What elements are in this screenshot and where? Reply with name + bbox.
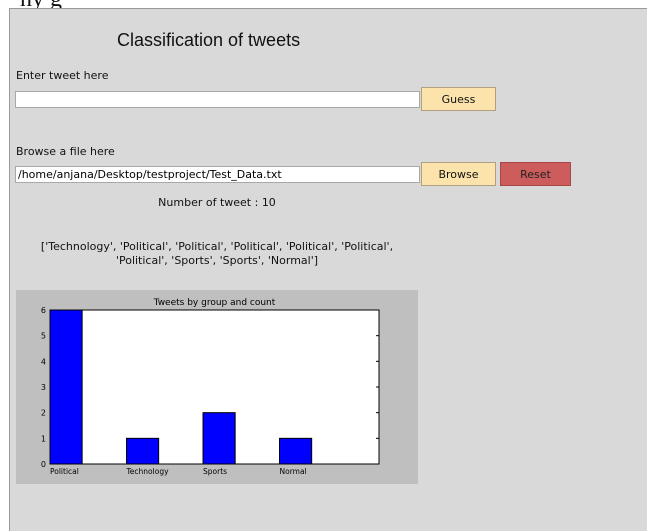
bar-normal <box>279 437 313 465</box>
file-path-input[interactable]: /home/anjana/Desktop/testproject/Test_Da… <box>15 166 420 183</box>
y-tick-label: 0 <box>41 460 46 469</box>
tweet-input[interactable] <box>15 91 420 108</box>
y-tick-label: 5 <box>41 332 46 341</box>
result-text-line2: 'Political', 'Sports', 'Sports', 'Normal… <box>115 254 319 267</box>
y-tick-label: 3 <box>41 383 46 392</box>
browse-button[interactable]: Browse <box>421 162 496 186</box>
chart-title: Tweets by group and count <box>153 298 276 308</box>
x-tick-label: Political <box>50 467 79 476</box>
y-tick-label: 4 <box>41 357 46 366</box>
app-title: Classification of tweets <box>117 30 301 50</box>
y-tick-label: 1 <box>41 434 46 443</box>
bar-technology <box>126 437 160 465</box>
guess-button[interactable]: Guess <box>421 87 496 111</box>
result-text-line1: ['Technology', 'Political', 'Political',… <box>40 240 394 253</box>
file-input-label: Browse a file here <box>16 145 115 158</box>
bar-sports <box>202 412 236 465</box>
x-tick-label: Technology <box>126 467 170 476</box>
y-tick-label: 2 <box>41 409 46 418</box>
tweet-input-label: Enter tweet here <box>16 69 109 82</box>
bar-political <box>49 309 83 465</box>
bar-chart: Tweets by group and count 0 1 2 3 4 5 6 Politica… <box>41 298 380 476</box>
tweet-count-text: Number of tweet : 10 <box>158 196 276 209</box>
reset-button[interactable]: Reset <box>500 162 571 186</box>
x-tick-label: Sports <box>203 467 227 476</box>
y-tick-label: 6 <box>41 306 46 315</box>
chart-panel: Tweets by group and count 0 1 2 3 4 5 6 Politica… <box>16 290 418 484</box>
x-tick-label: Normal <box>280 467 307 476</box>
